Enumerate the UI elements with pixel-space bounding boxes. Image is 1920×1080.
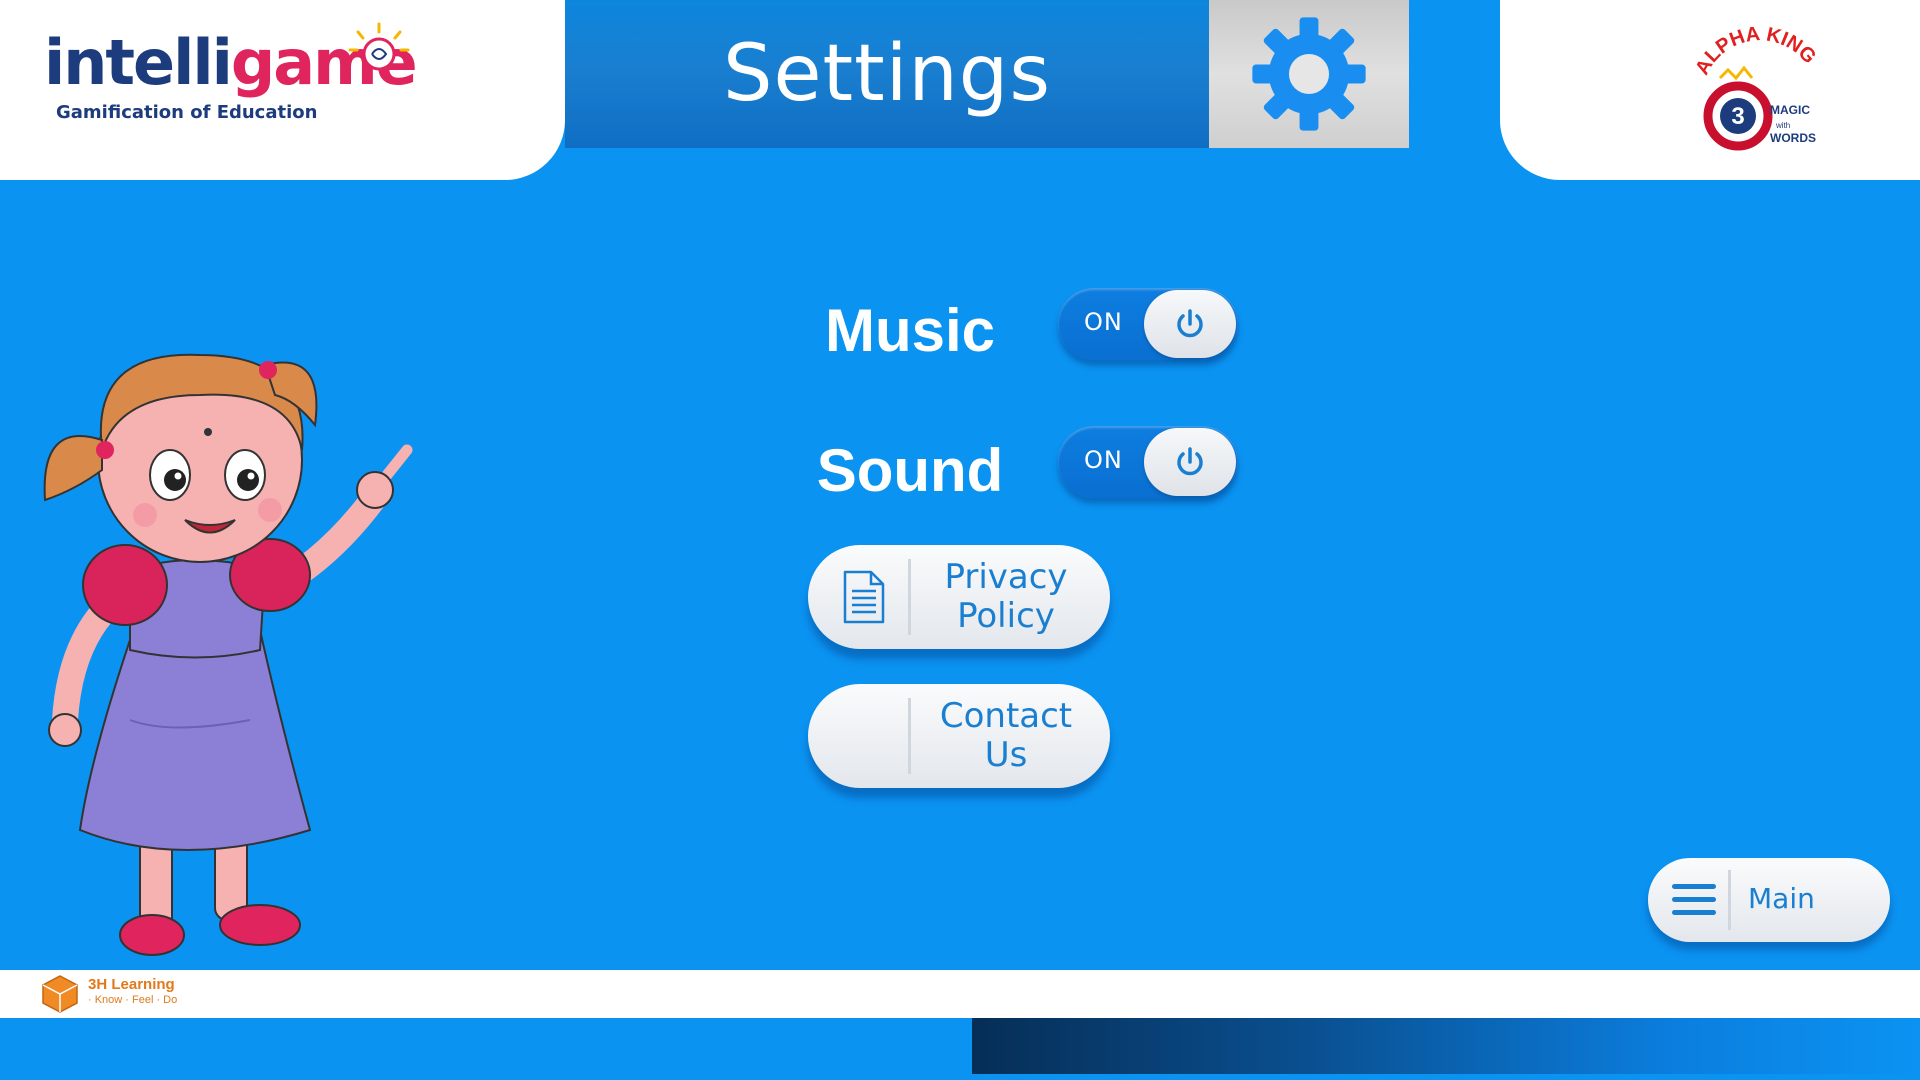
contact-label-line2: Us	[984, 735, 1028, 775]
page-title: Settings	[723, 29, 1051, 119]
power-icon	[1177, 447, 1203, 476]
three-h-learning-logo: 3H Learning · Know · Feel · Do	[40, 974, 200, 1014]
alpha-king-magic: MAGIC	[1770, 103, 1810, 117]
logo-tagline: Gamification of Education	[56, 102, 318, 123]
privacy-label-line2: Policy	[957, 596, 1055, 636]
privacy-label-line1: Privacy	[944, 556, 1068, 597]
three-h-cube-icon	[42, 975, 78, 1013]
document-icon	[843, 570, 885, 624]
alpha-king-emblem: ALPHA KING 3 MAGIC with WORDS	[1691, 23, 1820, 151]
footer-brand: 3H Learning	[88, 976, 175, 993]
alpha-king-words: WORDS	[1770, 131, 1816, 145]
sound-toggle-knob	[1144, 428, 1236, 496]
hamburger-icon	[1672, 884, 1716, 916]
main-divider	[1728, 870, 1731, 930]
brain-bulb-icon	[348, 22, 410, 71]
alpha-king-number: 3	[1731, 103, 1744, 130]
alpha-king-with: with	[1775, 121, 1790, 130]
logo-wordmark-part1: intelli	[44, 26, 233, 99]
privacy-divider	[908, 559, 911, 635]
gear-icon	[1252, 17, 1366, 131]
settings-header: Settings	[565, 0, 1209, 148]
contact-us-button[interactable]: Contact Us	[808, 684, 1110, 788]
contact-us-label: Contact Us	[916, 694, 1096, 778]
privacy-policy-label: Privacy Policy	[916, 555, 1096, 639]
music-toggle-knob	[1144, 290, 1236, 358]
music-toggle-state: ON	[1084, 308, 1123, 336]
sound-toggle-state: ON	[1084, 446, 1123, 474]
sound-label: Sound	[816, 437, 1004, 504]
girl-character-illustration	[43, 353, 413, 956]
sound-toggle[interactable]: ON	[1058, 426, 1238, 498]
power-icon	[1177, 309, 1203, 338]
footer-bar: 3H Learning · Know · Feel · Do	[0, 970, 1920, 1018]
music-label: Music	[824, 297, 996, 364]
alpha-king-logo: ALPHA KING 3 MAGIC with WORDS	[1690, 18, 1830, 168]
music-toggle[interactable]: ON	[1058, 288, 1238, 360]
privacy-policy-button[interactable]: Privacy Policy	[808, 545, 1110, 649]
contact-divider	[908, 698, 911, 774]
gear-panel	[1209, 0, 1409, 148]
footer-tagline: · Know · Feel · Do	[88, 994, 178, 1006]
contact-label-line1: Contact	[939, 695, 1073, 736]
alpha-king-arc-text: ALPHA KING	[1691, 23, 1820, 78]
main-menu-button[interactable]: Main	[1648, 858, 1890, 942]
bottom-gradient-strip	[972, 1018, 1920, 1074]
svg-text:ALPHA KING: ALPHA KING	[1691, 23, 1820, 78]
main-label: Main	[1748, 882, 1815, 915]
intelligame-logo: intelligame Gamification of Education	[44, 22, 418, 132]
